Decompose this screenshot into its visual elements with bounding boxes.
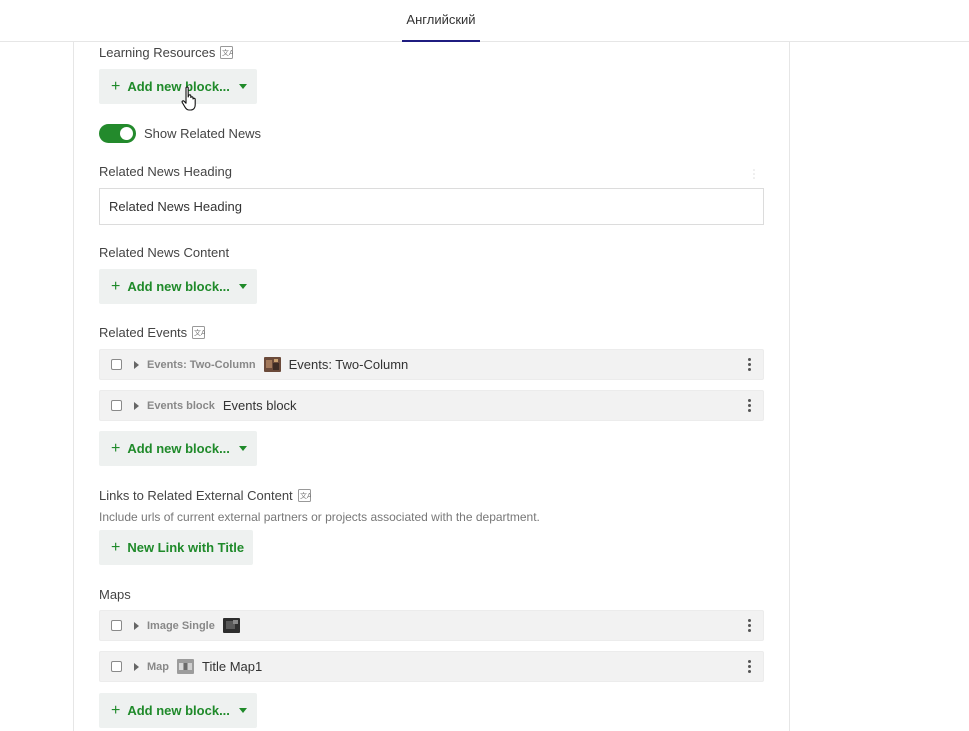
caret-down-icon[interactable] bbox=[238, 708, 247, 713]
block-select-checkbox[interactable] bbox=[111, 620, 122, 631]
show-related-news-toggle[interactable] bbox=[99, 124, 136, 143]
block-type-label: Events: Two-Column bbox=[147, 358, 256, 371]
learning-resources-add-block-button[interactable]: + Add new block... bbox=[99, 69, 257, 104]
event-photo-icon bbox=[263, 357, 281, 372]
related-events-label: Related Events 文A bbox=[99, 325, 206, 340]
related-news-heading-label: Related News Heading bbox=[99, 164, 232, 179]
expand-caret-icon[interactable] bbox=[134, 662, 139, 671]
language-tab-bar: Английский bbox=[0, 0, 969, 42]
related-news-content-label: Related News Content bbox=[99, 245, 230, 260]
svg-text:文A: 文A bbox=[194, 328, 205, 337]
hand-pointer-cursor-icon bbox=[181, 86, 196, 111]
links-external-help-text: Include urls of current external partner… bbox=[99, 510, 540, 524]
block-row-events-block[interactable]: Events block Events block bbox=[99, 390, 764, 421]
expand-caret-icon[interactable] bbox=[134, 360, 139, 369]
block-menu-icon[interactable] bbox=[747, 660, 751, 673]
block-menu-icon[interactable] bbox=[747, 358, 751, 371]
show-related-news-label: Show Related News bbox=[144, 126, 262, 141]
translatable-icon: 文A bbox=[220, 46, 234, 59]
maps-add-block-button[interactable]: + Add new block... bbox=[99, 693, 257, 728]
translatable-icon: 文A bbox=[192, 326, 206, 339]
new-link-with-title-button[interactable]: + New Link with Title bbox=[99, 530, 253, 565]
plus-icon: + bbox=[111, 277, 121, 295]
show-related-news-row: Show Related News bbox=[99, 124, 261, 143]
plus-icon: + bbox=[111, 77, 121, 95]
translatable-icon: 文A bbox=[297, 489, 311, 502]
block-title: Title Map1 bbox=[202, 659, 263, 674]
expand-caret-icon[interactable] bbox=[134, 401, 139, 410]
block-menu-icon[interactable] bbox=[747, 399, 751, 412]
plus-icon: + bbox=[111, 538, 121, 556]
block-select-checkbox[interactable] bbox=[111, 661, 122, 672]
learning-resources-label: Learning Resources 文A bbox=[99, 45, 234, 60]
block-type-label: Events block bbox=[147, 399, 215, 412]
block-select-checkbox[interactable] bbox=[111, 400, 122, 411]
field-menu-icon[interactable] bbox=[753, 168, 755, 180]
related-events-add-block-button[interactable]: + Add new block... bbox=[99, 431, 257, 466]
plus-icon: + bbox=[111, 701, 121, 719]
block-title: Events: Two-Column bbox=[288, 357, 409, 372]
block-type-label: Map bbox=[147, 660, 169, 673]
block-row-map[interactable]: Map Title Map1 bbox=[99, 651, 764, 682]
maps-label: Maps bbox=[99, 587, 131, 602]
links-external-label: Links to Related External Content 文A bbox=[99, 488, 311, 503]
caret-down-icon[interactable] bbox=[238, 284, 247, 289]
block-row-events-two-column[interactable]: Events: Two-Column Events: Two-Column bbox=[99, 349, 764, 380]
block-row-image-single[interactable]: Image Single bbox=[99, 610, 764, 641]
related-news-heading-input[interactable] bbox=[99, 188, 764, 225]
block-title: Events block bbox=[222, 398, 297, 413]
svg-text:文A: 文A bbox=[300, 491, 311, 500]
block-menu-icon[interactable] bbox=[747, 619, 751, 632]
plus-icon: + bbox=[111, 439, 121, 457]
svg-text:文A: 文A bbox=[222, 48, 233, 57]
block-type-label: Image Single bbox=[147, 619, 215, 632]
tab-english[interactable]: Английский bbox=[402, 0, 480, 42]
image-thumb-icon bbox=[222, 618, 240, 633]
map-thumb-icon bbox=[177, 659, 194, 674]
caret-down-icon[interactable] bbox=[238, 446, 247, 451]
caret-down-icon[interactable] bbox=[238, 84, 247, 89]
expand-caret-icon[interactable] bbox=[134, 621, 139, 630]
block-select-checkbox[interactable] bbox=[111, 359, 122, 370]
related-news-content-add-block-button[interactable]: + Add new block... bbox=[99, 269, 257, 304]
